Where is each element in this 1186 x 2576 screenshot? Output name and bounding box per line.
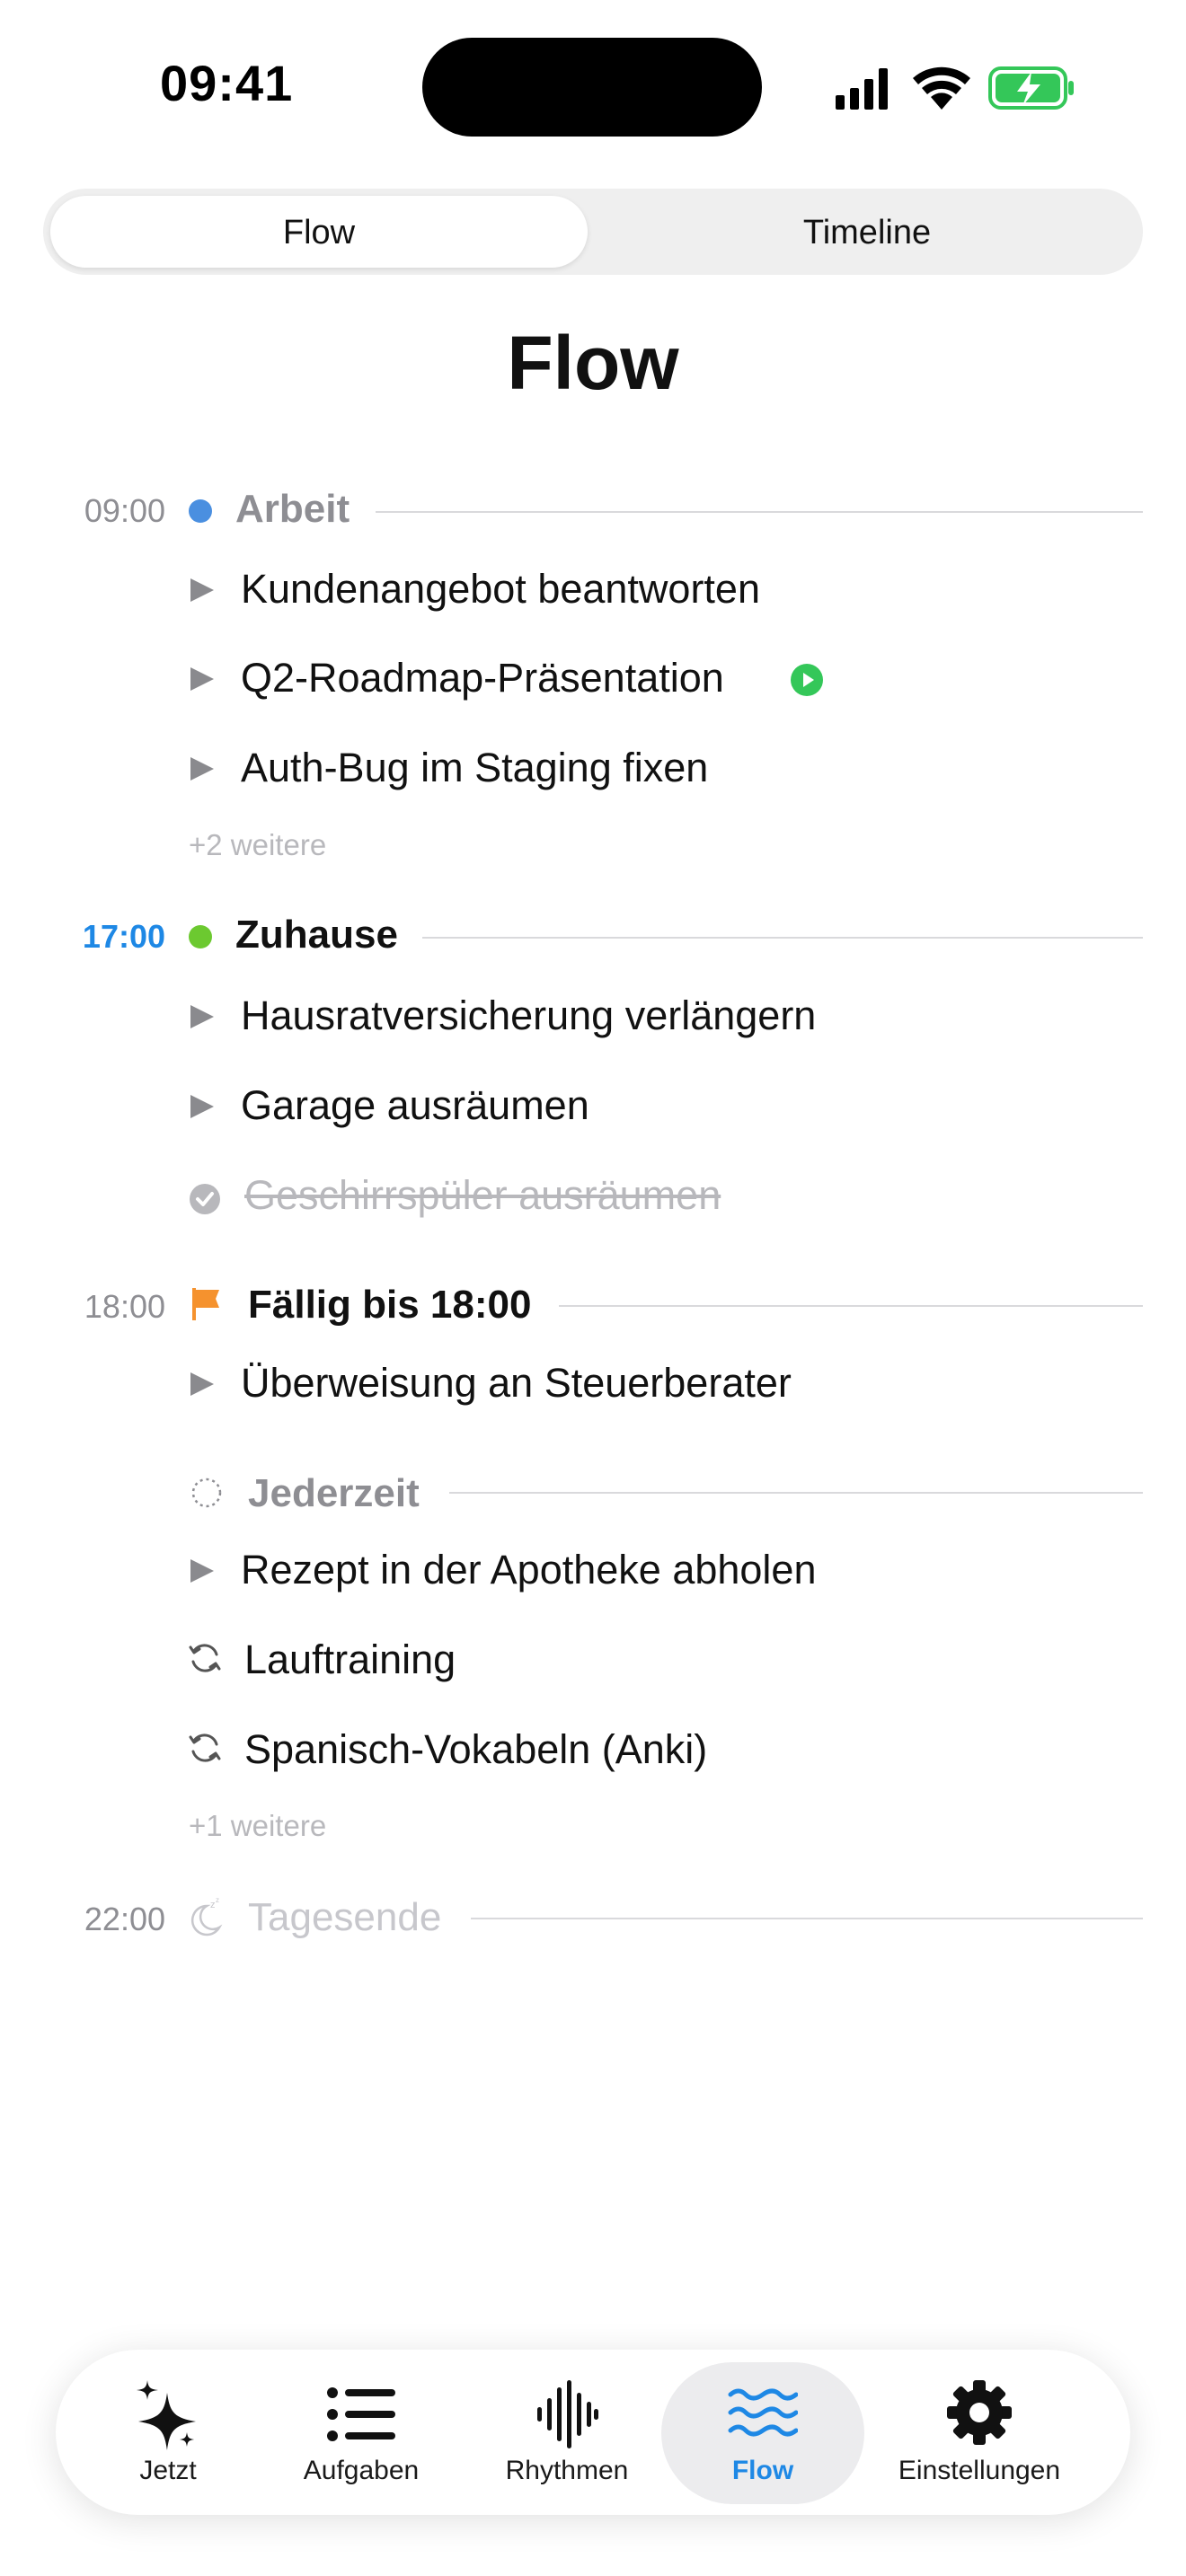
task-item-completed[interactable]: Geschirrspüler ausräumen: [244, 1172, 721, 1219]
play-icon[interactable]: [190, 1559, 214, 1583]
more-link[interactable]: +2 weitere: [189, 828, 326, 862]
wifi-icon: [913, 66, 970, 110]
divider: [471, 1918, 1143, 1919]
tab-flow[interactable]: Flow: [686, 2456, 839, 2486]
task-item[interactable]: Rezept in der Apotheke abholen: [241, 1547, 816, 1593]
repeat-icon: [189, 1644, 221, 1672]
play-icon[interactable]: [190, 578, 214, 602]
task-item[interactable]: Garage ausräumen: [241, 1082, 589, 1129]
more-link[interactable]: +1 weitere: [189, 1809, 326, 1843]
anytime-dotted-circle-icon: [191, 1478, 222, 1508]
tab-jetzt[interactable]: Jetzt: [92, 2456, 244, 2486]
task-item-recurring[interactable]: Spanisch-Vokabeln (Anki): [244, 1726, 707, 1773]
group-title: Tagesende: [248, 1895, 442, 1939]
gear-icon[interactable]: [945, 2378, 1013, 2447]
play-icon[interactable]: [190, 667, 214, 691]
group-title[interactable]: Zuhause: [235, 913, 398, 957]
status-time: 09:41: [160, 55, 294, 111]
category-dot: [189, 499, 212, 523]
waveform-icon[interactable]: [535, 2380, 598, 2448]
tab-rhythmen[interactable]: Rhythmen: [486, 2456, 648, 2486]
task-item[interactable]: Q2-Roadmap-Präsentation: [241, 655, 724, 701]
playing-indicator-icon: [791, 664, 823, 696]
task-item[interactable]: Überweisung an Steuerberater: [241, 1360, 792, 1407]
svg-text:z: z: [210, 1900, 216, 1910]
segment-timeline[interactable]: Timeline: [598, 210, 1136, 255]
sparkles-icon[interactable]: [135, 2380, 203, 2452]
status-icons: [836, 66, 1074, 110]
group-time: 22:00: [84, 1901, 165, 1937]
task-item-recurring[interactable]: Lauftraining: [244, 1636, 456, 1683]
checkmark-done-icon[interactable]: [190, 1184, 220, 1214]
task-item[interactable]: Kundenangebot beantworten: [241, 566, 760, 613]
play-icon[interactable]: [190, 757, 214, 781]
divider: [376, 511, 1143, 513]
dynamic-island: [422, 38, 762, 137]
repeat-icon: [189, 1734, 221, 1762]
play-icon[interactable]: [190, 1372, 214, 1396]
group-time: 18:00: [84, 1288, 165, 1325]
list-icon[interactable]: [327, 2386, 395, 2443]
play-icon[interactable]: [190, 1095, 214, 1118]
segment-flow[interactable]: Flow: [50, 210, 588, 255]
divider: [449, 1492, 1143, 1494]
group-time-current: 17:00: [82, 918, 165, 955]
page-title: Flow: [507, 321, 679, 405]
moon-sleep-icon: z z: [190, 1897, 223, 1936]
task-item[interactable]: Hausratversicherung verlängern: [241, 992, 816, 1039]
task-item[interactable]: Auth-Bug im Staging fixen: [241, 745, 708, 791]
svg-text:z: z: [216, 1897, 219, 1904]
group-title[interactable]: Fällig bis 18:00: [248, 1283, 531, 1328]
tab-einstellungen[interactable]: Einstellungen: [881, 2456, 1078, 2486]
category-dot: [189, 925, 212, 948]
group-title[interactable]: Arbeit: [235, 487, 350, 532]
battery-charging-icon: [988, 66, 1074, 110]
group-time: 09:00: [84, 492, 165, 529]
divider: [422, 937, 1143, 939]
group-title[interactable]: Jederzeit: [248, 1471, 420, 1516]
waves-icon[interactable]: [728, 2386, 798, 2439]
divider: [559, 1305, 1143, 1307]
tab-aufgaben[interactable]: Aufgaben: [285, 2456, 438, 2486]
signal-icon: [836, 68, 888, 110]
play-icon[interactable]: [190, 1005, 214, 1028]
flag-icon: [192, 1288, 219, 1320]
